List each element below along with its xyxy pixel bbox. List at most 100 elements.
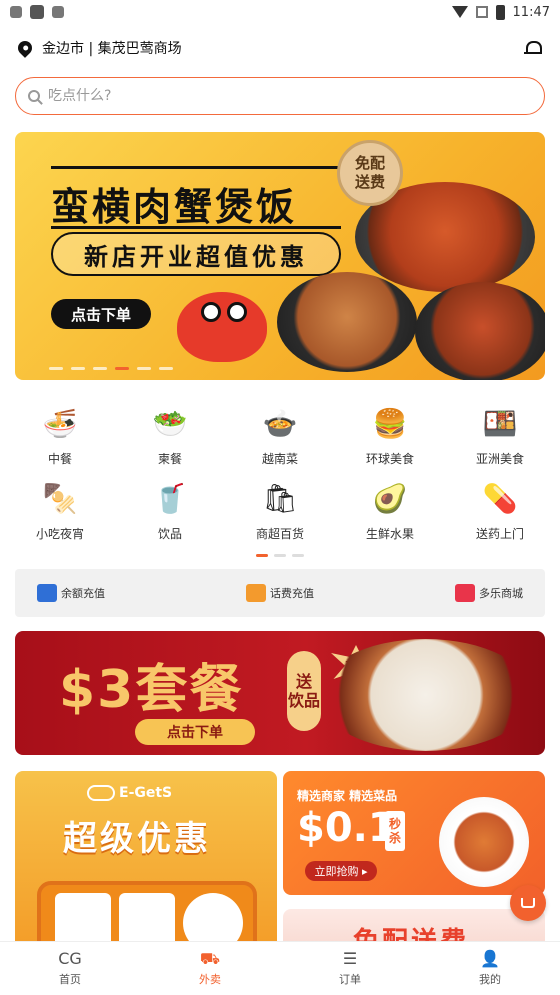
search-box[interactable] [15,77,545,115]
egets-brand: E-GetS [87,785,172,801]
category-item[interactable]: 🍲 越南菜 [225,406,335,467]
banner-rule-top [51,166,341,169]
grab-now-button[interactable]: 立即抢购 ▸ [305,861,377,881]
combo-promo-banner[interactable]: $3套餐 送 饮品 美味 点击下单 [15,631,545,755]
category-item[interactable]: 🍱 亚洲美食 [445,406,555,467]
location-text[interactable]: 金边市 | 集茂巴莺商场 [42,38,182,58]
nav-item-0[interactable]: CG 首页 [0,942,140,995]
category-label: 亚洲美食 [475,452,524,466]
nav-label: 外卖 [199,973,221,986]
shop-icon [455,584,475,602]
category-label: 生鲜水果 [365,527,414,541]
nav-item-3[interactable]: 👤 我的 [420,942,560,995]
status-icons-right: 11:47 [451,4,550,20]
bottom-nav: CG 首页 ⛟ 外卖 ☰ 订单 👤 我的 [0,941,560,995]
flash-sale-card[interactable]: 精选商家 精选菜品 $0.1 秒 杀 立即抢购 ▸ [283,771,545,895]
pho-bowl-icon: 🍲 [262,407,298,440]
carousel-dot[interactable] [93,367,107,370]
category-item[interactable]: 💊 送药上门 [445,481,555,542]
hero-banner[interactable]: 蛮横肉蟹煲饭 新店开业超值优惠 点击下单 免配 送费 [15,132,545,380]
delivery-icon: ⛟ [199,949,221,968]
flash-sale-tag: 秒 杀 [385,811,405,851]
egets-brand-text: E-GetS [119,785,173,801]
search-icon [28,90,40,102]
category-label: 柬餐 [157,452,182,466]
search-input[interactable] [48,88,532,104]
carousel-dot[interactable] [137,367,151,370]
category-item[interactable]: 🥗 柬餐 [115,406,225,467]
balance-topup-button[interactable]: 余额充值 [37,584,105,602]
carousel-dot[interactable] [49,367,63,370]
promo-gift-tag: 送 饮品 [287,651,321,731]
category-item[interactable]: 🛍 商超百货 [225,481,335,542]
balance-topup-label: 余额充值 [61,587,105,600]
flash-sale-subtitle: 精选商家 精选菜品 [297,789,398,803]
category-label: 中餐 [47,452,72,466]
salad-bowl-icon: 🥗 [152,407,188,440]
status-time: 11:47 [512,4,550,20]
category-item[interactable]: 🍢 小吃夜宵 [5,481,115,542]
burger-icon: 🍔 [372,407,408,440]
promo-gift-line-1: 送 [295,672,312,691]
profile-icon: 👤 [480,949,500,968]
nav-item-2[interactable]: ☰ 订单 [280,942,420,995]
app-screen: 11:47 金边市 | 集茂巴莺商场 蛮横肉蟹煲饭 新店开业超值优惠 点击下单 … [0,0,560,995]
flash-sale-tag-line-2: 杀 [388,831,401,845]
banner-order-button[interactable]: 点击下单 [51,299,151,329]
phone-topup-button[interactable]: 话费充值 [246,584,314,602]
mall-button[interactable]: 多乐商城 [455,584,523,602]
category-label: 小吃夜宵 [35,527,84,541]
category-item[interactable]: 🥑 生鲜水果 [335,481,445,542]
pager-dot [274,554,286,557]
flash-sale-price: $0.1 [297,805,396,851]
phone-topup-icon [246,584,266,602]
wifi-icon [451,6,468,18]
notification-icon [10,6,22,18]
mall-icon: 🛍 [262,482,298,515]
location-bar: 金边市 | 集茂巴莺商场 [0,24,560,72]
nav-item-1[interactable]: ⛟ 外卖 [140,942,280,995]
carousel-dot-active[interactable] [115,367,129,370]
egets-logo-icon [87,785,115,801]
carousel-dot[interactable] [159,367,173,370]
badge-line-1: 免配 [354,154,385,172]
no-signal-icon [475,6,488,18]
cart-icon [521,898,535,908]
home-logo-icon: CG [58,949,82,968]
mall-label: 多乐商城 [479,587,523,600]
cart-button[interactable] [510,885,546,921]
banner-title: 蛮横肉蟹煲饭 [51,185,298,229]
category-label: 环球美食 [365,452,414,466]
category-item[interactable]: 🍜 中餐 [5,406,115,467]
status-bar: 11:47 [0,0,560,24]
shrimp-pot-image [277,272,417,372]
crab-dish-image [415,282,545,380]
bell-icon[interactable] [524,39,542,57]
category-item[interactable]: 🥤 饮品 [115,481,225,542]
promo-gift-line-2: 饮品 [287,691,320,710]
category-label: 饮品 [157,527,182,541]
category-label: 商超百货 [255,527,304,541]
super-deal-card[interactable]: E-GetS 超级优惠 [15,771,277,961]
super-deal-title: 超级优惠 [63,819,211,859]
font-notification-icon [52,6,64,18]
avocado-icon: 🥑 [372,482,408,515]
drink-icon: 🥤 [152,482,188,515]
battery-icon [495,4,505,20]
banner-subtitle: 新店开业超值优惠 [51,232,341,276]
category-item[interactable]: 🍔 环球美食 [335,406,445,467]
category-pager [0,554,560,557]
free-delivery-badge: 免配 送费 [337,140,403,206]
status-icons-left [10,5,64,19]
banner-rule-bottom [51,226,341,229]
badge-line-2: 送费 [354,173,385,191]
nav-label: 订单 [339,973,361,986]
skewer-icon: 🍢 [42,482,78,515]
recharge-bar: 余额充值 话费充值 多乐商城 [15,569,545,617]
noodle-plate-image [439,797,529,887]
nav-label: 我的 [479,973,501,986]
promo-order-button[interactable]: 点击下单 [135,719,255,745]
category-label: 越南菜 [261,452,298,466]
carousel-dot[interactable] [71,367,85,370]
order-list-icon: ☰ [342,949,358,968]
